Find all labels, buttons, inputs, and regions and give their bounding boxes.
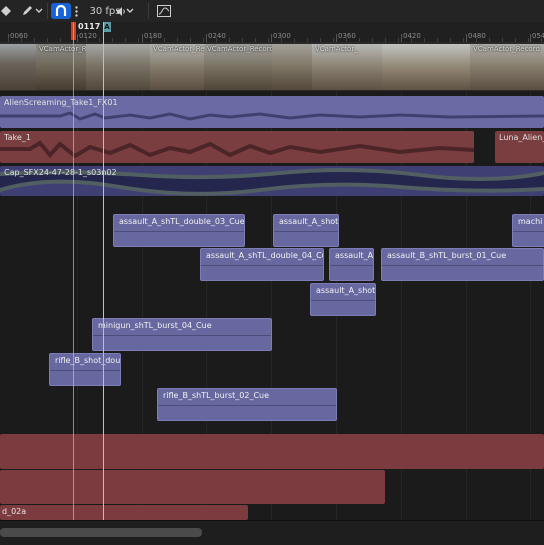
audio-section-cap[interactable]: Cap_SFX24-47-28-1_s03n02 <box>0 166 544 196</box>
audio-cue[interactable]: machi <box>512 214 544 247</box>
red-bar[interactable] <box>0 434 544 469</box>
cue-label: assault_A_shot_ <box>279 217 339 226</box>
footer-bar <box>0 520 544 545</box>
cue-label: rifle_B_shot_doub <box>55 356 121 365</box>
video-thumbnail: VCamActor_ <box>312 44 383 90</box>
audio-section-alien[interactable]: AlienScreaming_Take1_FX01 <box>0 96 544 128</box>
cue-label: assault_A_ <box>335 251 374 260</box>
thumbnail-label: VCamActor_Record <box>207 45 273 53</box>
audio-cue[interactable]: rifle_B_shot_doub <box>49 353 121 386</box>
audio-cue[interactable]: rifle_B_shTL_burst_02_Cue <box>157 388 337 421</box>
time-ruler[interactable]: 0060 0120 0180 0240 0300 0360 0420 0480 … <box>0 22 544 43</box>
horizontal-scrollbar[interactable] <box>0 528 202 537</box>
video-thumbnail <box>272 44 313 90</box>
video-thumbnail: VCamActor_Record <box>204 44 273 90</box>
toolbar-separator <box>47 3 48 19</box>
cue-label: minigun_shTL_burst_04_Cue <box>98 321 212 330</box>
cue-label: assault_B_shTL_burst_01_Cue <box>387 251 507 260</box>
tick-label: 0060 <box>10 32 28 40</box>
tick-mark <box>466 34 467 42</box>
section-label: AlienScreaming_Take1_FX01 <box>4 98 118 107</box>
track-area[interactable]: VCamActor_Reco VCamActor_Record VCamActo… <box>0 42 544 520</box>
more-icon[interactable] <box>72 3 80 19</box>
snap-icon[interactable] <box>51 3 71 19</box>
transform-icon[interactable] <box>0 3 12 19</box>
video-thumbnail <box>86 44 151 90</box>
tick-mark <box>530 34 531 42</box>
playhead-line <box>73 22 74 520</box>
chevron-down-icon[interactable] <box>125 3 135 19</box>
audio-cue[interactable]: assault_B_shTL_burst_01_Cue <box>381 248 544 281</box>
section-label: Cap_SFX24-47-28-1_s03n02 <box>4 168 117 177</box>
thumbnail-label: VCamActor_Record <box>473 45 540 53</box>
curve-editor-icon[interactable] <box>156 3 172 19</box>
cue-label: assault_A_shot_ <box>316 286 376 295</box>
current-frame-label: 0117 <box>78 22 101 31</box>
red-bar[interactable] <box>0 470 385 504</box>
tick-mark <box>206 34 207 42</box>
video-thumbnail: VCamActor_Record <box>470 44 544 90</box>
audio-section-take1[interactable]: Take_1 <box>0 131 474 163</box>
video-thumbnail <box>382 44 471 90</box>
cue-label: assault_A_shTL_double_04_Cue <box>206 251 324 260</box>
toolbar-separator <box>148 3 149 19</box>
cursor-line <box>103 22 104 520</box>
tick-mark <box>401 34 402 42</box>
tick-label: 0540 <box>532 32 544 40</box>
audio-cue[interactable]: assault_A_shTL_double_03_Cue <box>113 214 245 247</box>
cue-label: machi <box>518 217 543 226</box>
audio-cue[interactable]: assault_A_ <box>329 248 374 281</box>
bar-label: d_02a <box>2 507 27 516</box>
waveform <box>0 140 474 159</box>
tick-mark <box>77 34 78 42</box>
video-thumbnail <box>0 44 37 90</box>
tick-label: 0180 <box>144 32 162 40</box>
sequencer-toolbar: 30 fps <box>0 0 544 23</box>
pencil-icon[interactable] <box>20 3 34 19</box>
video-thumbnail: VCamActor_Record <box>150 44 205 90</box>
tick-mark <box>336 34 337 42</box>
cue-label: assault_A_shTL_double_03_Cue <box>119 217 245 226</box>
tick-mark <box>142 34 143 42</box>
audio-cue[interactable]: minigun_shTL_burst_04_Cue <box>92 318 272 351</box>
section-label: Luna_Alien_ <box>499 133 544 142</box>
video-track[interactable]: VCamActor_Reco VCamActor_Record VCamActo… <box>0 42 544 91</box>
tick-label: 0120 <box>79 32 97 40</box>
range-marker[interactable]: A <box>103 22 111 32</box>
video-thumbnail: VCamActor_Reco <box>36 44 87 90</box>
thumbnail-label: VCamActor_ <box>315 45 358 53</box>
red-bar[interactable]: d_02a <box>0 505 248 520</box>
audio-cue[interactable]: assault_A_shot_ <box>273 214 339 247</box>
audio-section-luna[interactable]: Luna_Alien_ <box>495 131 544 163</box>
audio-cue[interactable]: assault_A_shot_ <box>310 283 376 316</box>
section-label: Take_1 <box>4 133 31 142</box>
tick-mark <box>271 34 272 42</box>
thumbnail-label: VCamActor_Reco <box>39 45 87 53</box>
chevron-down-icon[interactable] <box>34 3 44 19</box>
thumbnail-label: VCamActor_Record <box>153 45 205 53</box>
cue-label: rifle_B_shTL_burst_02_Cue <box>163 391 270 400</box>
audio-cue[interactable]: assault_A_shTL_double_04_Cue <box>200 248 324 281</box>
